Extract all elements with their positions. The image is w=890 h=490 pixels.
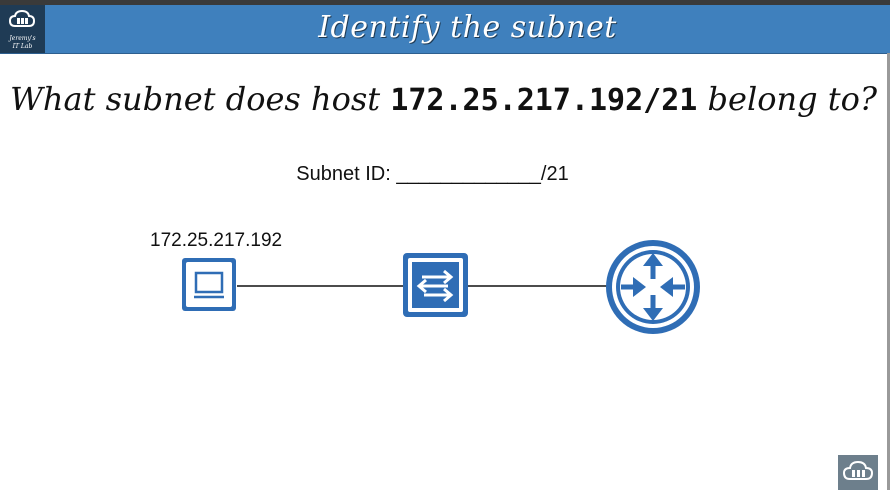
network-diagram: [182, 240, 700, 334]
pc-icon: [182, 258, 236, 311]
cloud-logo-icon: [843, 461, 873, 480]
switch-icon: [403, 253, 468, 317]
router-icon: [606, 240, 700, 334]
corner-logo: [838, 455, 878, 490]
